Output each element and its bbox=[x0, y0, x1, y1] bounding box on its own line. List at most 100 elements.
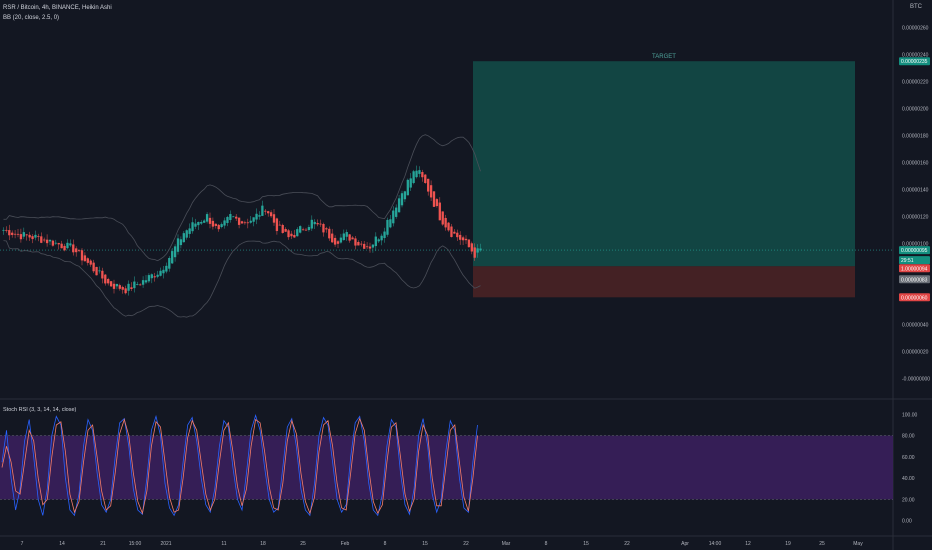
candle-body bbox=[205, 214, 209, 222]
candle-body bbox=[429, 185, 433, 198]
candle-body bbox=[328, 228, 331, 239]
candle-body bbox=[357, 241, 360, 246]
candle-body bbox=[208, 217, 212, 224]
candle-body bbox=[461, 237, 465, 241]
price-tick-label: 0.00000180 bbox=[902, 133, 929, 139]
candle-body bbox=[220, 224, 223, 228]
candle-body bbox=[2, 229, 5, 231]
candle-body bbox=[479, 248, 482, 251]
time-tick-label: 25 bbox=[300, 541, 306, 547]
time-tick-label: 22 bbox=[463, 541, 469, 547]
stoch-rsi-title: Stoch RSI (3, 3, 14, 14, close) bbox=[3, 407, 77, 413]
candle-body bbox=[188, 228, 191, 234]
candle-body bbox=[69, 243, 72, 246]
candle-body bbox=[269, 212, 273, 217]
candle-body bbox=[333, 237, 337, 245]
candle-body bbox=[176, 238, 180, 252]
candle-body bbox=[438, 202, 441, 221]
candle-body bbox=[13, 233, 17, 235]
candle-body bbox=[121, 286, 124, 290]
candle-body bbox=[389, 219, 392, 228]
price-label-target: 0.00000235 bbox=[901, 59, 928, 65]
candle-body bbox=[223, 220, 226, 226]
candle-body bbox=[397, 198, 401, 213]
candle-body bbox=[395, 207, 398, 217]
candle-body bbox=[383, 231, 386, 239]
candle-body bbox=[182, 233, 185, 243]
candle-body bbox=[235, 216, 238, 219]
candle-body bbox=[363, 243, 366, 249]
chart-canvas[interactable]: 0.000002600.000002400.000002200.00000200… bbox=[0, 0, 932, 550]
candle-body bbox=[243, 222, 247, 224]
candle-body bbox=[28, 234, 31, 238]
time-tick-label: 22 bbox=[624, 541, 630, 547]
target-zone bbox=[473, 61, 855, 267]
candle-body bbox=[374, 236, 377, 247]
candle-body bbox=[301, 229, 305, 231]
candle-body bbox=[51, 240, 55, 246]
candle-body bbox=[418, 170, 421, 174]
candle-body bbox=[5, 229, 8, 231]
candle-body bbox=[310, 219, 313, 229]
candle-body bbox=[136, 284, 139, 285]
candle-body bbox=[424, 174, 427, 184]
candle-body bbox=[272, 214, 276, 223]
candle-body bbox=[473, 247, 476, 258]
candle-body bbox=[31, 236, 34, 240]
candle-body bbox=[83, 255, 87, 262]
candle-body bbox=[264, 210, 267, 212]
candle-body bbox=[275, 218, 279, 232]
candle-body bbox=[365, 246, 369, 248]
candle-body bbox=[89, 260, 92, 265]
candle-body bbox=[48, 239, 52, 242]
price-tick-label: -0.00000000 bbox=[902, 376, 930, 382]
candle-body bbox=[421, 172, 424, 178]
candle-body bbox=[255, 213, 258, 220]
candle-body bbox=[109, 281, 113, 287]
candle-body bbox=[156, 274, 159, 277]
candle-body bbox=[441, 211, 444, 225]
candle-body bbox=[293, 234, 296, 238]
candle-body bbox=[200, 221, 203, 224]
candle-body bbox=[57, 242, 60, 245]
candle-body bbox=[101, 270, 104, 279]
candle-body bbox=[11, 232, 14, 235]
candle-body bbox=[203, 220, 206, 223]
candle-body bbox=[409, 178, 412, 188]
candle-body bbox=[249, 220, 252, 223]
candle-body bbox=[415, 170, 418, 178]
candle-body bbox=[75, 248, 78, 253]
time-tick-label: Mar bbox=[502, 541, 511, 547]
bb-upper-band bbox=[3, 134, 481, 262]
candle-body bbox=[144, 280, 148, 283]
time-tick-label: Apr bbox=[681, 541, 689, 547]
candle-body bbox=[336, 241, 340, 244]
candle-body bbox=[435, 199, 439, 207]
candle-body bbox=[194, 223, 197, 227]
candle-body bbox=[43, 239, 46, 241]
candle-body bbox=[72, 244, 75, 253]
time-tick-label: 14 bbox=[59, 541, 65, 547]
candle-body bbox=[16, 233, 20, 235]
target-label: TARGET bbox=[652, 54, 676, 60]
bb-indicator-label: BB (20, close, 2.5, 0) bbox=[3, 15, 60, 21]
candle-body bbox=[211, 220, 215, 227]
candle-body bbox=[98, 270, 101, 272]
time-tick-label: 8 bbox=[545, 541, 548, 547]
candle-body bbox=[118, 285, 121, 289]
candle-body bbox=[86, 258, 89, 263]
time-tick-label: 18 bbox=[260, 541, 266, 547]
time-tick-label: 25 bbox=[819, 541, 825, 547]
price-tick-label: 0.00000040 bbox=[902, 322, 929, 328]
price-tick-label: 0.00000260 bbox=[902, 25, 929, 31]
candle-body bbox=[432, 191, 436, 207]
stoch-tick-label: 100.00 bbox=[902, 412, 918, 418]
candle-body bbox=[351, 237, 354, 240]
candle-body bbox=[226, 217, 229, 223]
candle-body bbox=[45, 239, 49, 244]
candle-body bbox=[130, 287, 133, 289]
price-tick-label: 0.00000120 bbox=[902, 214, 929, 220]
candle-body bbox=[406, 179, 409, 196]
candle-body bbox=[229, 214, 232, 220]
candle-body bbox=[107, 279, 110, 284]
